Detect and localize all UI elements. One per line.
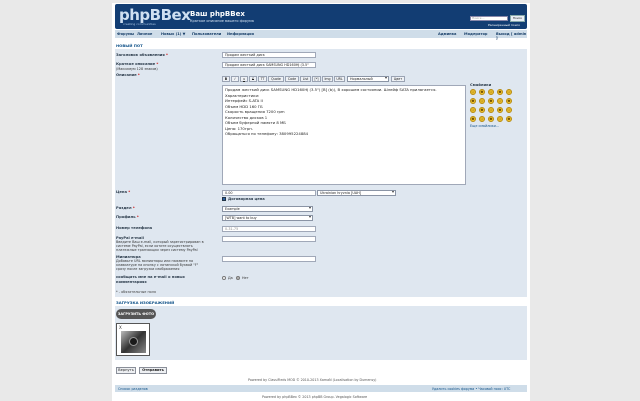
powered-phpbb: Powered by phpBBex © 2013 phpBB Group. V… bbox=[262, 395, 368, 399]
description-textarea[interactable]: Продам жесткий диск SAMSUNG HD160HJ (3.5… bbox=[222, 85, 466, 185]
more-smilies-link[interactable]: Еще смайлики... bbox=[470, 124, 499, 128]
paypal-hint: платежные транзакции через систему PayPa… bbox=[116, 248, 198, 252]
bold-button[interactable]: B bbox=[222, 76, 230, 82]
thumbnail-hint: сразу после загрузки изображения bbox=[116, 267, 180, 271]
text-line: Продам жесткий диск SAMSUNG HD160HJ (3.5… bbox=[225, 87, 437, 92]
italic-button[interactable]: i bbox=[231, 76, 239, 82]
smiley-icon[interactable]: ☺ bbox=[506, 107, 512, 113]
smiley-icon[interactable]: ☻ bbox=[506, 116, 512, 122]
smiley-icon[interactable]: ☺ bbox=[488, 107, 494, 113]
nav-new[interactable]: Новых (1) ▼ bbox=[161, 32, 185, 36]
nav-personal[interactable]: Личное bbox=[137, 32, 152, 36]
description-label: Описание * bbox=[116, 73, 140, 77]
nav-users[interactable]: Пользователи bbox=[192, 32, 221, 36]
quote-button[interactable]: Quote bbox=[268, 76, 284, 82]
short-desc-hint: (Максимум 128 знаков) bbox=[116, 67, 158, 71]
submit-button[interactable]: Отправить bbox=[139, 367, 167, 374]
reset-button[interactable]: Вернуть bbox=[116, 367, 136, 374]
smiley-icon[interactable]: ☺ bbox=[470, 89, 476, 95]
uploaded-thumbnail[interactable]: X bbox=[116, 323, 150, 356]
smilies-title: Смайлики bbox=[470, 83, 492, 87]
photo-image bbox=[121, 331, 146, 353]
advanced-search-link[interactable]: Расширенный поиск bbox=[488, 23, 520, 27]
smiley-icon[interactable]: ☻ bbox=[470, 98, 476, 104]
code-button[interactable]: Code bbox=[285, 76, 299, 82]
index-link[interactable]: Список разделов bbox=[118, 387, 148, 391]
notify-label: комментариях bbox=[116, 280, 147, 284]
smiley-icon[interactable]: ☺ bbox=[479, 98, 485, 104]
smiley-icon[interactable]: ☻ bbox=[497, 89, 503, 95]
site-title: Ваш phpBBex bbox=[190, 10, 245, 18]
close-icon[interactable]: X bbox=[119, 325, 122, 330]
negotiable-label: Договорная цена bbox=[228, 197, 265, 201]
section-title: НОВЫЙ ПОТ bbox=[116, 43, 143, 48]
url-button[interactable]: URL bbox=[334, 76, 345, 82]
search-input[interactable]: Поиск… bbox=[470, 16, 508, 21]
title-input[interactable]: Продам жесткий диск bbox=[222, 52, 316, 58]
price-label: Цена * bbox=[116, 190, 131, 194]
thumbnail-input[interactable] bbox=[222, 256, 316, 262]
logo-tagline: creating communities bbox=[123, 22, 156, 26]
smiley-icon[interactable]: ☻ bbox=[470, 116, 476, 122]
notify-yes-radio[interactable] bbox=[222, 276, 226, 280]
underline-button[interactable]: u bbox=[240, 76, 248, 82]
smiley-icon[interactable]: ☻ bbox=[479, 89, 485, 95]
paypal-input[interactable] bbox=[222, 236, 316, 242]
strike-button[interactable]: S bbox=[249, 76, 257, 82]
price-input[interactable]: 0.00 bbox=[222, 190, 316, 196]
search-button[interactable]: Поиск bbox=[510, 15, 525, 22]
smiley-icon[interactable]: ☺ bbox=[488, 89, 494, 95]
text-line: Обращаться по телефону: 380995224884 bbox=[225, 131, 309, 136]
site-header: phpBBex creating communities Ваш phpBBex… bbox=[115, 4, 527, 29]
upload-panel bbox=[115, 306, 527, 360]
section-label: Раздел * bbox=[116, 206, 135, 210]
smiley-icon[interactable]: ☻ bbox=[497, 107, 503, 113]
smiley-icon[interactable]: ☻ bbox=[488, 98, 494, 104]
list-item-button[interactable]: [*] bbox=[312, 76, 321, 82]
notify-no-label: Нет bbox=[242, 276, 249, 280]
smiley-icon[interactable]: ☺ bbox=[497, 116, 503, 122]
short-desc-label: Краткое описание * bbox=[116, 62, 159, 66]
smiley-icon[interactable]: ☺ bbox=[470, 107, 476, 113]
upload-photo-button[interactable]: ЗАГРУЗИТЬ ФОТО bbox=[116, 309, 156, 319]
nav-info[interactable]: Информация bbox=[227, 32, 254, 36]
nav-moderator[interactable]: Модератор bbox=[464, 32, 488, 36]
profile-select[interactable]: [WTB] want to buy bbox=[222, 215, 313, 221]
nav-forums[interactable]: Форумы bbox=[117, 32, 134, 36]
site-description: Краткое описание вашего форума bbox=[190, 19, 254, 23]
nav-admin[interactable]: Админка bbox=[438, 32, 457, 36]
currency-select[interactable]: Ukrainian hryvnia [UAH] bbox=[317, 190, 396, 196]
nav-logout[interactable]: Выход [ admin ] bbox=[496, 32, 527, 40]
upload-title: ЗАГРУЗКА ИЗОБРАЖЕНИЙ bbox=[116, 300, 175, 305]
powered-classifieds: Powered by ClassiFieds MOD © 2010-2013 X… bbox=[248, 378, 377, 382]
color-button[interactable]: Цвет bbox=[391, 76, 405, 82]
notify-no-radio[interactable] bbox=[236, 276, 240, 280]
font-size-select[interactable]: Нормальный bbox=[347, 76, 389, 82]
title-label: Заголовок объявления * bbox=[116, 53, 168, 57]
notify-label: сообщать мне на e-mail о новых bbox=[116, 275, 185, 279]
required-note: * - обязательные поля bbox=[116, 290, 156, 294]
short-desc-input[interactable]: Продам жесткий диск SAMSUNG HD160HJ (3.5… bbox=[222, 62, 316, 68]
delete-cookies-link[interactable]: Удалить cookies форума • Часовой пояс: U… bbox=[432, 387, 510, 391]
profile-label: Профиль * bbox=[116, 215, 139, 219]
tt-button[interactable]: TT bbox=[258, 76, 267, 82]
img-button[interactable]: Img bbox=[322, 76, 333, 82]
negotiable-checkbox[interactable] bbox=[222, 197, 226, 201]
smiley-icon[interactable]: ☺ bbox=[479, 116, 485, 122]
smiley-icon[interactable]: ☻ bbox=[488, 116, 494, 122]
navbar: Форумы Личное Новых (1) ▼ Пользователи И… bbox=[115, 30, 527, 40]
section-select[interactable]: Example bbox=[222, 206, 313, 212]
phone-input[interactable]: 0-31-75 bbox=[222, 226, 316, 232]
phone-label: Номер телефона bbox=[116, 226, 153, 230]
list-button[interactable]: List bbox=[300, 76, 311, 82]
smiley-icon[interactable]: ☺ bbox=[497, 98, 503, 104]
smiley-icon[interactable]: ☺ bbox=[506, 89, 512, 95]
smiley-icon[interactable]: ☻ bbox=[506, 98, 512, 104]
smiley-icon[interactable]: ☻ bbox=[479, 107, 485, 113]
disk-icon bbox=[129, 337, 138, 346]
notify-yes-label: Да bbox=[228, 276, 233, 280]
